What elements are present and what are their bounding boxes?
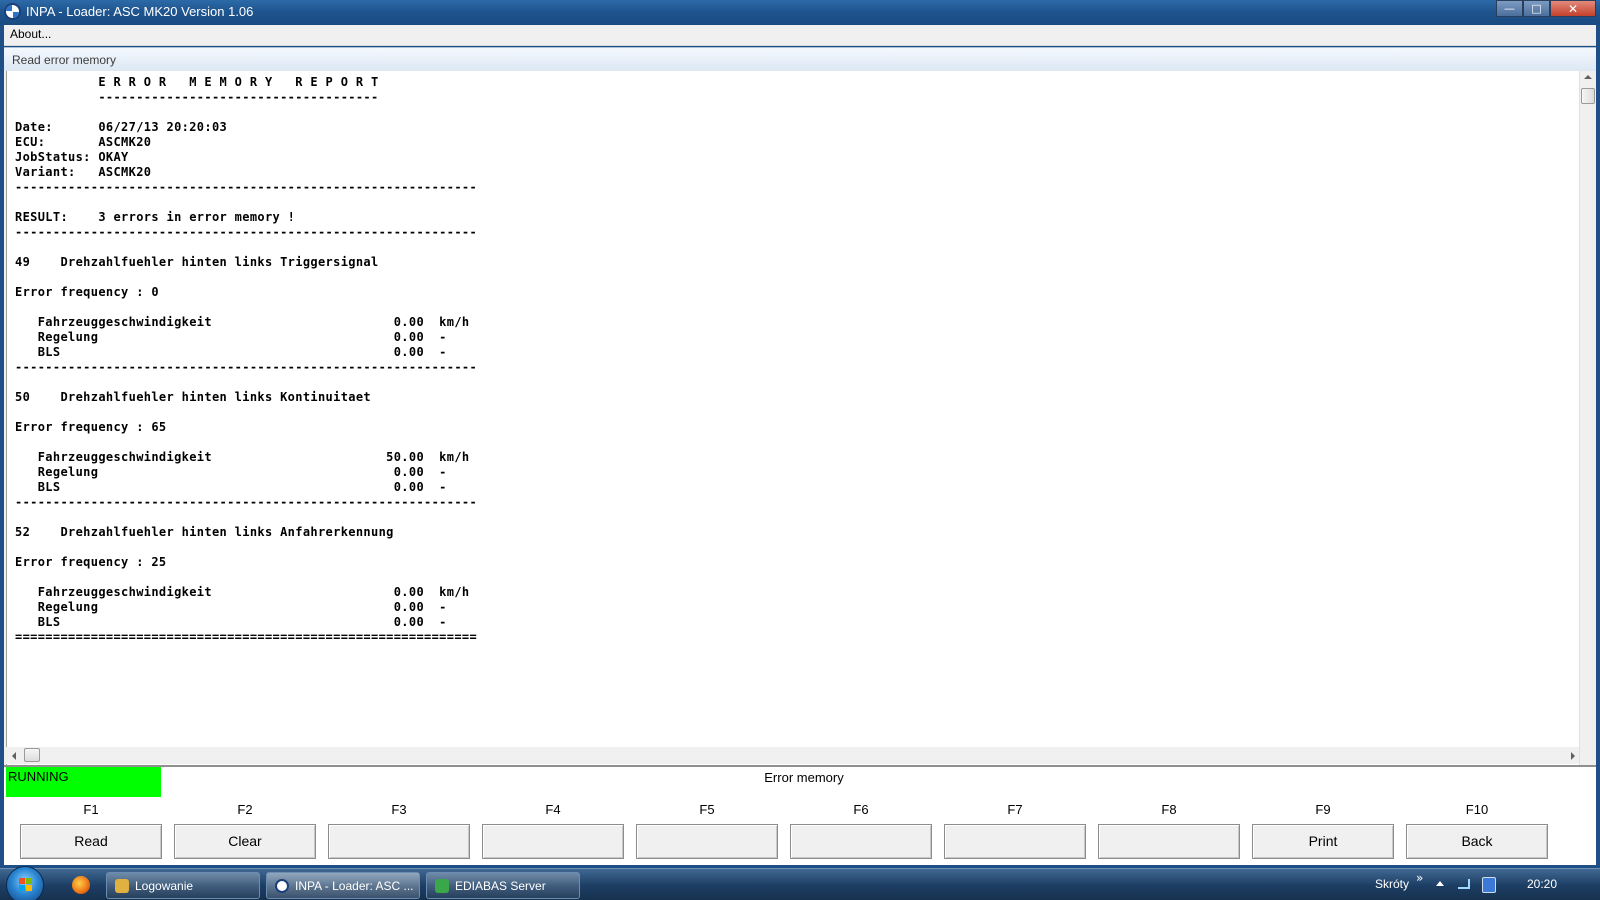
read-button[interactable]: Read	[20, 824, 162, 859]
f5-button[interactable]	[636, 824, 778, 859]
fkey-label: F3	[391, 802, 407, 817]
bmw-inpa-icon	[275, 879, 289, 893]
login-app-icon	[115, 879, 129, 893]
function-key-bar: F1 Read F2 Clear F3 F4 F5 F6 F7 F8 F9 Pr…	[4, 797, 1596, 865]
fkey-label: F7	[1007, 802, 1023, 817]
status-screen-name: Error memory	[764, 770, 844, 785]
status-indicator: RUNNING	[6, 767, 161, 797]
f7-button[interactable]	[944, 824, 1086, 859]
menu-bar: About...	[4, 25, 1596, 46]
menu-about[interactable]: About...	[10, 27, 51, 41]
fkey-label: F2	[237, 802, 253, 817]
fkey-label: F6	[853, 802, 869, 817]
f3-button[interactable]	[328, 824, 470, 859]
scroll-left-icon[interactable]	[12, 752, 16, 760]
chevron-right-icon[interactable]: »	[1416, 871, 1423, 885]
screen-header: Read error memory	[4, 47, 1596, 71]
bmw-app-icon	[4, 3, 21, 20]
ediabas-icon	[435, 879, 449, 893]
taskbar-item-label: INPA - Loader: ASC ...	[295, 879, 414, 893]
fkey-slot-f10: F10 Back	[1406, 797, 1548, 865]
client-area: Read error memory E R R O R M E M O R Y …	[4, 47, 1596, 865]
window-title-bar[interactable]: INPA - Loader: ASC MK20 Version 1.06 — □…	[0, 0, 1600, 25]
clear-button[interactable]: Clear	[174, 824, 316, 859]
clock[interactable]: 20:20	[1527, 877, 1557, 891]
f4-button[interactable]	[482, 824, 624, 859]
taskbar-item-label: EDIABAS Server	[455, 879, 546, 893]
minimize-icon[interactable]: —	[1496, 0, 1523, 17]
fkey-slot-f8: F8	[1098, 797, 1240, 865]
f6-button[interactable]	[790, 824, 932, 859]
taskbar-item-logowanie[interactable]: Logowanie	[106, 872, 260, 899]
status-row: RUNNING Error memory	[4, 765, 1596, 797]
show-hidden-icons-icon[interactable]	[1436, 881, 1444, 886]
toolbar-shortcuts-label[interactable]: Skróty	[1375, 877, 1409, 891]
scroll-right-icon[interactable]	[1571, 752, 1575, 760]
fkey-slot-f1: F1 Read	[20, 797, 162, 865]
print-button[interactable]: Print	[1252, 824, 1394, 859]
fkey-label: F10	[1465, 802, 1489, 817]
taskbar-item-ediabas[interactable]: EDIABAS Server	[426, 872, 580, 899]
tray-app-icon[interactable]	[1482, 877, 1496, 893]
close-icon[interactable]: ✕	[1550, 0, 1596, 17]
fkey-slot-f3: F3	[328, 797, 470, 865]
error-memory-report: E R R O R M E M O R Y R E P O R T ------…	[15, 75, 478, 644]
fkey-slot-f9: F9 Print	[1252, 797, 1394, 865]
network-icon[interactable]	[1458, 879, 1470, 889]
windows-logo-icon	[19, 878, 33, 892]
taskbar-item-label: Logowanie	[135, 879, 194, 893]
fkey-label: F5	[699, 802, 715, 817]
maximize-icon[interactable]: □	[1523, 0, 1550, 17]
fkey-slot-f4: F4	[482, 797, 624, 865]
fkey-slot-f5: F5	[636, 797, 778, 865]
vertical-scroll-thumb[interactable]	[1581, 88, 1595, 104]
fkey-label: F8	[1161, 802, 1177, 817]
horizontal-scroll-thumb[interactable]	[24, 748, 40, 762]
taskbar: Logowanie INPA - Loader: ASC ... EDIABAS…	[0, 866, 1600, 900]
window-title: INPA - Loader: ASC MK20 Version 1.06	[26, 4, 254, 19]
report-panel: E R R O R M E M O R Y R E P O R T ------…	[6, 71, 1579, 793]
vertical-scrollbar[interactable]	[1579, 71, 1596, 793]
fkey-slot-f2: F2 Clear	[174, 797, 316, 865]
fkey-slot-f6: F6	[790, 797, 932, 865]
f8-button[interactable]	[1098, 824, 1240, 859]
screen-title: Read error memory	[12, 53, 117, 67]
fkey-label: F9	[1315, 802, 1331, 817]
start-button[interactable]	[6, 866, 44, 900]
window-controls: — □ ✕	[1496, 0, 1596, 17]
firefox-icon[interactable]	[72, 876, 90, 894]
scroll-up-icon[interactable]	[1584, 75, 1592, 79]
fkey-label: F4	[545, 802, 561, 817]
fkey-label: F1	[83, 802, 99, 817]
horizontal-scrollbar[interactable]	[6, 747, 1579, 764]
back-button[interactable]: Back	[1406, 824, 1548, 859]
taskbar-item-inpa[interactable]: INPA - Loader: ASC ...	[266, 872, 420, 899]
fkey-slot-f7: F7	[944, 797, 1086, 865]
